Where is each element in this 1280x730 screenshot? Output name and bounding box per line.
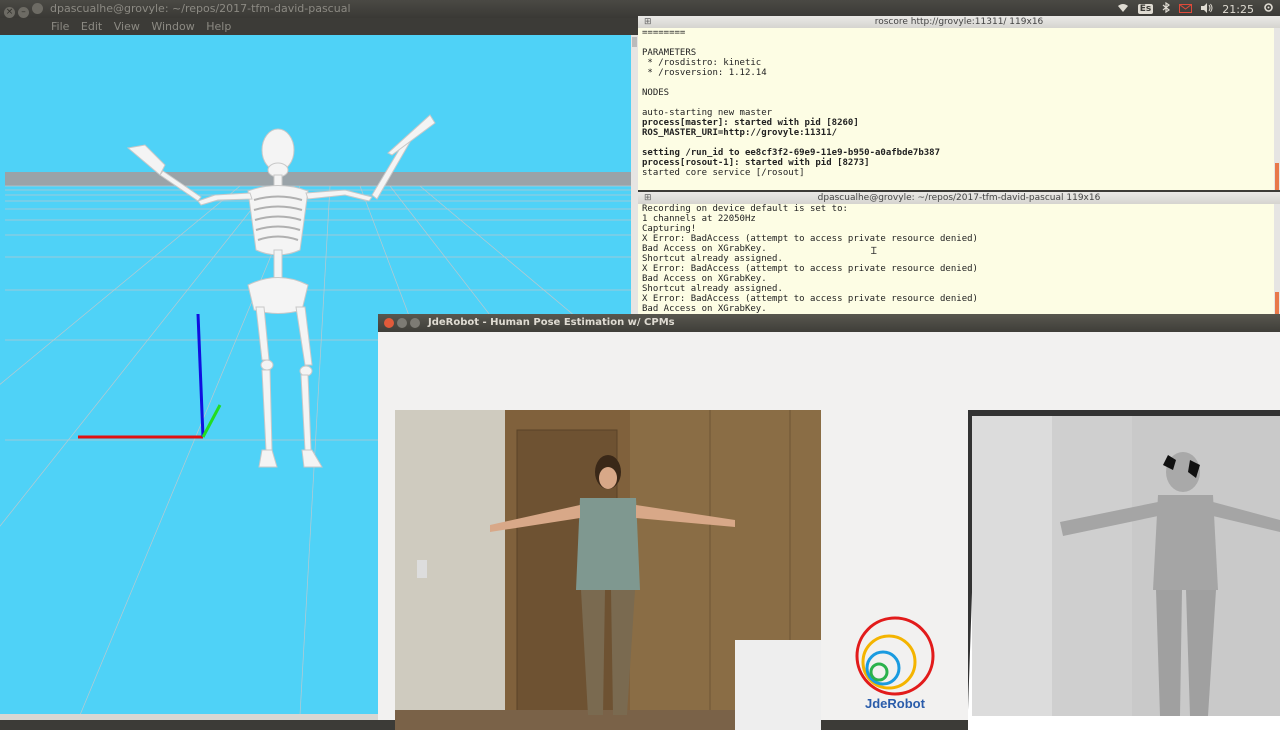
menu-help[interactable]: Help xyxy=(206,20,231,33)
ground-horizon xyxy=(5,172,631,186)
minimize-window-button[interactable]: – xyxy=(18,7,29,18)
app-titlebar: JdeRobot - Human Pose Estimation w/ CPMs xyxy=(378,314,1280,332)
terminal-line: Bad Access on XGrabKey. xyxy=(642,304,767,314)
terminal-roscore-title: roscore http://grovyle:11311/ 119x16 xyxy=(874,17,1044,27)
terminal-roscore[interactable]: ⊞ roscore http://grovyle:11311/ 119x16 =… xyxy=(638,16,1280,190)
terminal-main[interactable]: ⊞ dpascualhe@grovyle: ~/repos/2017-tfm-d… xyxy=(638,192,1280,314)
terminal-main-titlebar: ⊞ dpascualhe@grovyle: ~/repos/2017-tfm-d… xyxy=(638,192,1280,204)
terminal-line: X Error: BadAccess (attempt to access pr… xyxy=(642,294,978,304)
app-content: JdeRobot xyxy=(378,332,1280,730)
terminal-line: * /rosversion: 1.12.14 xyxy=(642,68,767,78)
terminal-line: Shortcut already assigned. xyxy=(642,284,783,294)
bluetooth-icon[interactable] xyxy=(1162,1,1171,16)
terminal-main-scrollbar[interactable] xyxy=(1274,204,1280,314)
terminal-line: Capturing! xyxy=(642,224,697,234)
terminal-line: process[rosout-1]: started with pid [827… xyxy=(642,158,870,168)
terminal-line: setting /run_id to ee8cf3f2-69e9-11e9-b9… xyxy=(642,148,941,158)
window-title: dpascualhe@grovyle: ~/repos/2017-tfm-dav… xyxy=(50,2,351,15)
terminal-line: auto-starting new master xyxy=(642,108,773,118)
text-cursor-icon: Ɪ xyxy=(871,246,877,257)
terminal-line: * /rosdistro: kinetic xyxy=(642,58,762,68)
clock[interactable]: 21:25 xyxy=(1222,3,1254,16)
jderobot-logo: JdeRobot xyxy=(850,616,940,716)
jderobot-logo-text: JdeRobot xyxy=(865,696,925,711)
wifi-icon[interactable] xyxy=(1117,3,1129,16)
terminal-line: X Error: BadAccess (attempt to access pr… xyxy=(642,264,978,274)
taskbar-edge xyxy=(0,714,378,720)
terminal-main-output: Recording on device default is set to: 1 … xyxy=(638,204,1280,314)
keyboard-layout-badge[interactable]: Es xyxy=(1137,4,1154,14)
terminal-line: process[master]: started with pid [8260] xyxy=(642,118,859,128)
menu-window[interactable]: Window xyxy=(151,20,194,33)
terminal-roscore-scrollbar[interactable] xyxy=(1274,28,1280,190)
rgb-camera-view xyxy=(395,410,821,730)
minimize-button[interactable] xyxy=(397,318,407,328)
menu-edit[interactable]: Edit xyxy=(81,20,102,33)
system-tray: Es 21:25 xyxy=(1117,1,1274,16)
terminal-icon: ⊞ xyxy=(644,17,652,27)
terminal-line: NODES xyxy=(642,88,670,98)
depth-camera-view xyxy=(968,410,1280,730)
terminal-icon: ⊞ xyxy=(644,193,652,203)
terminal-line: PARAMETERS xyxy=(642,48,697,58)
y-axis xyxy=(201,404,222,438)
terminal-roscore-titlebar: ⊞ roscore http://grovyle:11311/ 119x16 xyxy=(638,16,1280,28)
z-axis xyxy=(196,313,205,438)
terminal-line: started core service [/rosout] xyxy=(642,168,805,178)
terminal-line: X Error: BadAccess (attempt to access pr… xyxy=(642,234,978,244)
maximize-button[interactable] xyxy=(410,318,420,328)
volume-icon[interactable] xyxy=(1201,2,1213,16)
close-button[interactable] xyxy=(384,318,394,328)
terminal-line: Bad Access on XGrabKey. xyxy=(642,274,767,284)
terminal-line: Bad Access on XGrabKey. xyxy=(642,244,767,254)
terminal-line: ======== xyxy=(642,28,686,38)
mail-icon[interactable] xyxy=(1179,3,1193,16)
pose-estimation-window: JdeRobot - Human Pose Estimation w/ CPMs xyxy=(378,314,1280,730)
terminal-line: Recording on device default is set to: xyxy=(642,204,848,214)
app-title: JdeRobot - Human Pose Estimation w/ CPMs xyxy=(428,317,675,328)
terminal-roscore-output: ======== PARAMETERS * /rosdistro: kineti… xyxy=(638,28,1280,178)
menubar: File Edit View Window Help xyxy=(0,18,637,35)
settings-icon[interactable] xyxy=(1263,2,1274,16)
close-window-button[interactable]: × xyxy=(4,7,15,18)
maximize-window-button[interactable] xyxy=(32,3,43,14)
terminal-main-title: dpascualhe@grovyle: ~/repos/2017-tfm-dav… xyxy=(817,193,1101,203)
terminal-line: 1 channels at 22050Hz xyxy=(642,214,756,224)
jderobot-logo-icon xyxy=(855,616,935,696)
terminal-line: ROS_MASTER_URI=http://grovyle:11311/ xyxy=(642,128,838,138)
window-buttons: × – xyxy=(4,3,46,18)
menu-file[interactable]: File xyxy=(51,20,69,33)
menu-view[interactable]: View xyxy=(114,20,140,33)
terminal-line: Shortcut already assigned. xyxy=(642,254,783,264)
